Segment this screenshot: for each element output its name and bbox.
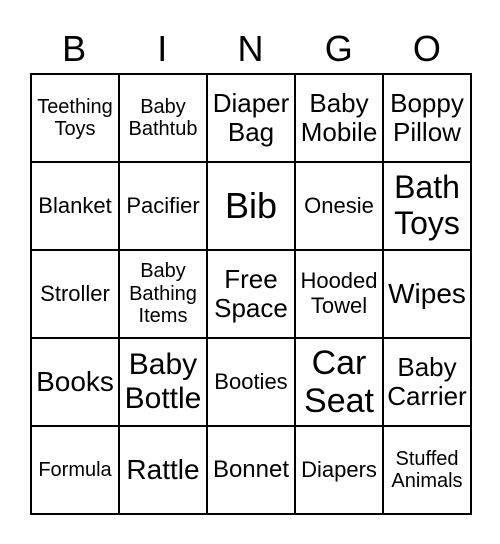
- bingo-header: B I N G O: [30, 26, 471, 72]
- bingo-cell: Stuffed Animals: [383, 426, 471, 514]
- bingo-cell: Car Seat: [295, 338, 383, 426]
- bingo-cell: Bib: [207, 162, 295, 250]
- bingo-cell: Baby Mobile: [295, 74, 383, 162]
- bingo-cell: Formula: [31, 426, 119, 514]
- bingo-cell: Blanket: [31, 162, 119, 250]
- bingo-cell: Booties: [207, 338, 295, 426]
- bingo-cell: Pacifier: [119, 162, 207, 250]
- bingo-cell: Hooded Towel: [295, 250, 383, 338]
- bingo-cell: Baby Bathtub: [119, 74, 207, 162]
- bingo-cell: Bath Toys: [383, 162, 471, 250]
- bingo-cell: Baby Bottle: [119, 338, 207, 426]
- bingo-cell: Teething Toys: [31, 74, 119, 162]
- bingo-cell: Stroller: [31, 250, 119, 338]
- bingo-cell: Books: [31, 338, 119, 426]
- bingo-grid: Teething Toys Baby Bathtub Diaper Bag Ba…: [30, 73, 472, 515]
- bingo-cell: Baby Carrier: [383, 338, 471, 426]
- bingo-cell: Diaper Bag: [207, 74, 295, 162]
- header-letter-b: B: [62, 28, 87, 69]
- bingo-cell: Bonnet: [207, 426, 295, 514]
- header-letter-i: I: [157, 28, 168, 69]
- bingo-cell: Rattle: [119, 426, 207, 514]
- header-letter-o: O: [412, 28, 441, 69]
- header-letter-n: N: [237, 28, 264, 69]
- bingo-cell: Diapers: [295, 426, 383, 514]
- bingo-cell: Wipes: [383, 250, 471, 338]
- free-space-cell: Free Space: [207, 250, 295, 338]
- bingo-cell: Baby Bathing Items: [119, 250, 207, 338]
- bingo-cell: Onesie: [295, 162, 383, 250]
- header-letter-g: G: [324, 28, 353, 69]
- bingo-cell: Boppy Pillow: [383, 74, 471, 162]
